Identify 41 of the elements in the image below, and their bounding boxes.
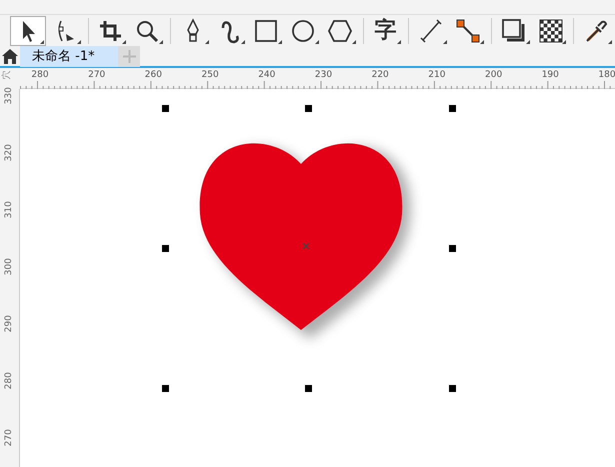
selection-handle[interactable]: [449, 385, 456, 392]
home-icon[interactable]: [2, 48, 18, 64]
ruler-label: 270: [2, 429, 15, 446]
ruler-label: 180: [598, 69, 615, 82]
selection-handle[interactable]: [162, 245, 169, 252]
selection-handle[interactable]: [449, 245, 456, 252]
connector-icon: [455, 18, 482, 44]
ruler-label: 280: [2, 372, 15, 390]
ruler-label: 280: [31, 69, 49, 82]
tool-button[interactable]: [10, 16, 46, 46]
dimension-line-icon: [418, 18, 444, 44]
plus-icon: [122, 50, 136, 63]
ruler-label: 230: [314, 69, 332, 82]
ruler-label: 210: [428, 69, 446, 82]
ruler-label: 200: [485, 69, 502, 82]
ruler-label: 320: [2, 144, 15, 162]
selection-handle[interactable]: [305, 105, 312, 112]
ruler-label: 190: [542, 69, 559, 82]
ellipse-icon: [290, 18, 316, 44]
ruler-label: 330: [2, 87, 15, 104]
ruler-corner-label: 穴: [0, 70, 13, 80]
hexagon-icon: [326, 18, 353, 44]
ruler-label: 310: [2, 201, 15, 218]
ruler-label: 290: [2, 315, 15, 332]
drop-shadow-icon: [500, 18, 527, 44]
ruler-label: 220: [372, 69, 389, 82]
checkerboard-icon: [538, 18, 564, 44]
selection-handle[interactable]: [449, 105, 456, 112]
ruler-label: 260: [144, 69, 162, 82]
ruler-label: 300: [2, 258, 15, 276]
center-mark-icon: [303, 243, 309, 249]
ruler-label: 240: [258, 69, 276, 82]
tool-button[interactable]: 字: [368, 16, 404, 46]
selection-handle[interactable]: [305, 385, 312, 392]
heart-shape[interactable]: [200, 144, 402, 330]
ruler-label: 250: [202, 69, 219, 82]
selection-handle[interactable]: [162, 385, 169, 392]
selection-handle[interactable]: [162, 105, 169, 112]
ruler-label: 270: [88, 69, 106, 82]
rectangle-icon: [253, 18, 280, 44]
document-tab[interactable]: 未命名 -1*: [20, 46, 118, 67]
